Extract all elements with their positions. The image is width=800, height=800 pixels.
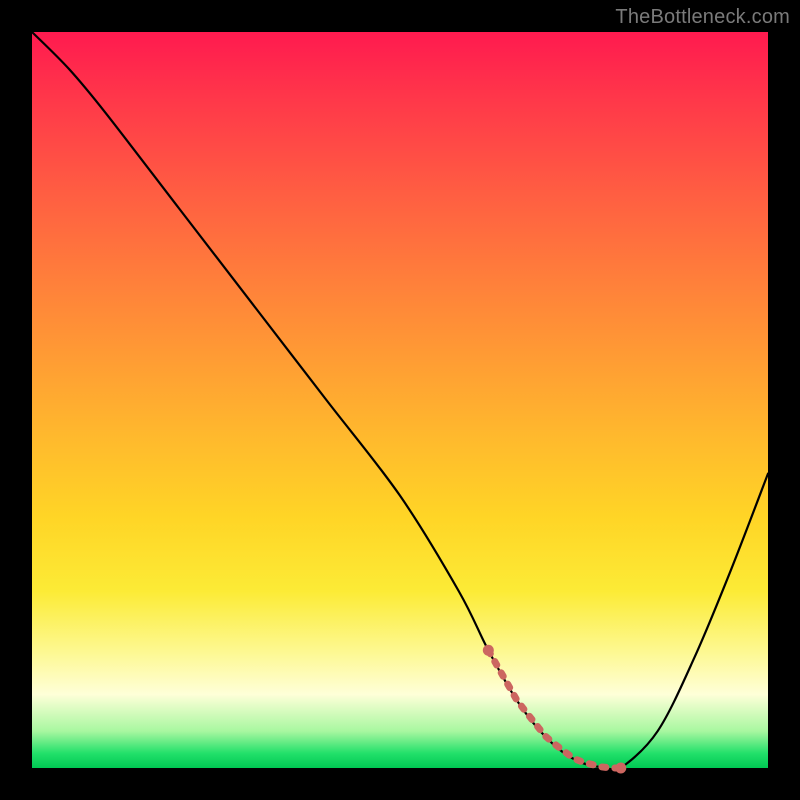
optimal-range-end-dot xyxy=(615,763,626,774)
bottleneck-curve xyxy=(32,32,768,771)
chart-canvas: TheBottleneck.com xyxy=(0,0,800,800)
optimal-range-marker xyxy=(488,650,620,768)
curve-layer xyxy=(32,32,768,768)
watermark-text: TheBottleneck.com xyxy=(615,6,790,29)
optimal-range-start-dot xyxy=(483,645,494,656)
